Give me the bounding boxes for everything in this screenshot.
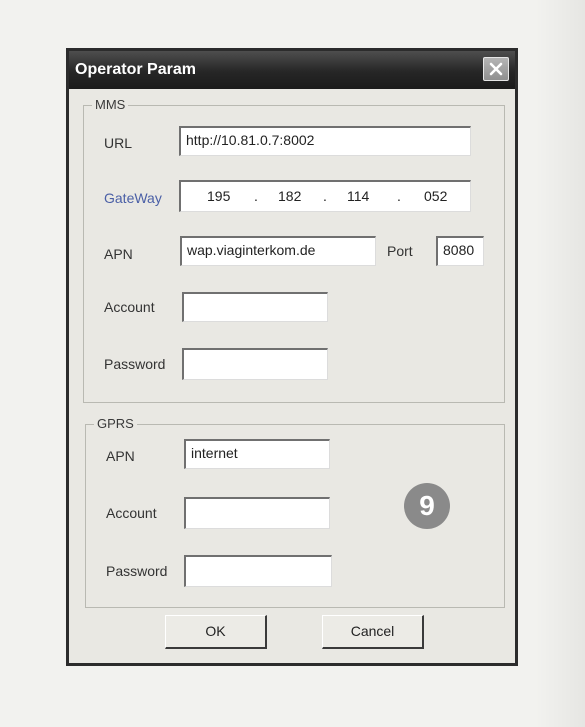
page-shade	[535, 0, 585, 727]
operator-param-dialog: Operator Param MMS URL http://10.81.0.7:…	[66, 48, 518, 666]
mms-group-label: MMS	[92, 97, 129, 112]
gateway-ip-octet-3: 114	[347, 188, 370, 204]
gprs-password-label: Password	[106, 563, 168, 579]
cancel-button[interactable]: Cancel	[322, 615, 424, 649]
port-field[interactable]: 8080	[436, 236, 484, 266]
mms-apn-label: APN	[104, 246, 133, 262]
gateway-ip-field[interactable]: 195 . 182 . 114 . 052	[179, 180, 471, 212]
gateway-ip-dot-3: .	[397, 188, 401, 204]
url-label: URL	[104, 135, 133, 151]
gateway-ip-octet-4: 052	[424, 188, 448, 204]
gateway-label: GateWay	[104, 190, 162, 206]
mms-password-label: Password	[104, 356, 166, 372]
callout-number-badge: 9	[404, 483, 450, 529]
gprs-account-field[interactable]	[184, 497, 330, 529]
dialog-title: Operator Param	[75, 61, 196, 78]
mms-account-label: Account	[104, 299, 155, 315]
port-label: Port	[387, 243, 413, 259]
mms-account-field[interactable]	[182, 292, 328, 322]
gateway-ip-octet-1: 195	[207, 188, 231, 204]
gateway-ip-dot-2: .	[323, 188, 327, 204]
page-background: Operator Param MMS URL http://10.81.0.7:…	[0, 0, 585, 727]
mms-password-field[interactable]	[182, 348, 328, 380]
gprs-account-label: Account	[106, 505, 157, 521]
close-icon	[489, 62, 503, 76]
ok-button[interactable]: OK	[165, 615, 267, 649]
gprs-apn-label: APN	[106, 448, 135, 464]
gateway-ip-dot-1: .	[254, 188, 258, 204]
mms-group: MMS URL http://10.81.0.7:8002 GateWay 19…	[83, 97, 505, 403]
gprs-group-label: GPRS	[94, 416, 137, 431]
title-bar[interactable]: Operator Param	[69, 51, 515, 89]
close-button[interactable]	[483, 57, 509, 81]
gateway-ip-octet-2: 182	[278, 188, 302, 204]
gprs-apn-field[interactable]: internet	[184, 439, 330, 469]
url-field[interactable]: http://10.81.0.7:8002	[179, 126, 471, 156]
gprs-password-field[interactable]	[184, 555, 332, 587]
mms-apn-field[interactable]: wap.viaginterkom.de	[180, 236, 376, 266]
